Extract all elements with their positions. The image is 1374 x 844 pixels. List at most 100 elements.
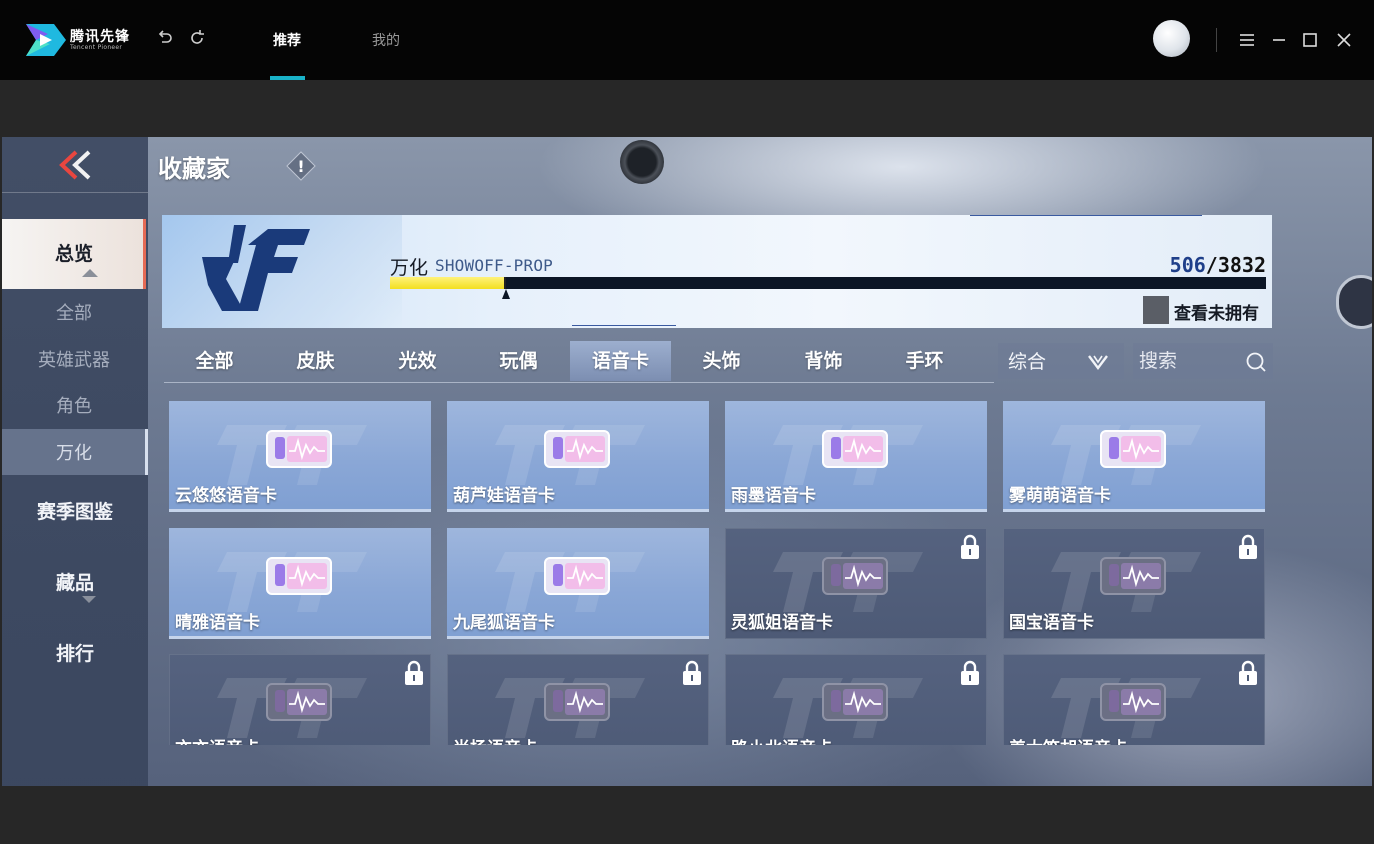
voice-card-name: 葫芦娃语音卡 (453, 486, 555, 506)
voice-card-name: 亦亦语音卡 (175, 734, 260, 745)
menu-icon[interactable] (1235, 28, 1259, 52)
voice-card-name: 晴雅语音卡 (175, 613, 260, 633)
app-name: 腾讯先锋 (70, 29, 130, 45)
voice-card-icon (544, 683, 610, 721)
sidebar-item-overview[interactable]: 总览 (2, 219, 146, 289)
voice-card-icon (544, 557, 610, 595)
tab-dolls[interactable]: 玩偶 (468, 341, 569, 381)
titlebar-divider (1216, 28, 1217, 52)
tab-effects[interactable]: 光效 (367, 341, 468, 381)
chevron-down-icon (1088, 355, 1108, 370)
voice-card-item[interactable]: 云悠悠语音卡 (169, 401, 431, 512)
lock-icon (1239, 660, 1257, 685)
maximize-icon[interactable] (1298, 28, 1322, 52)
voice-card-name: 尚扬语音卡 (453, 734, 538, 745)
close-icon[interactable] (1332, 28, 1356, 52)
voice-card-item[interactable]: 路小北语音卡 (725, 654, 987, 745)
voice-card-name: 路小北语音卡 (731, 734, 833, 745)
lock-icon (683, 660, 701, 685)
voice-card-item[interactable]: 亦亦语音卡 (169, 654, 431, 745)
user-avatar[interactable] (1153, 20, 1190, 57)
sidebar-item-collectibles[interactable]: 藏品 (2, 568, 148, 595)
info-icon-symbol: ! (297, 157, 304, 176)
sidebar-item-all[interactable]: 全部 (2, 299, 146, 325)
back-icon[interactable] (56, 149, 96, 181)
floating-tool-button[interactable] (1336, 275, 1372, 329)
record-button[interactable] (620, 140, 664, 184)
item-grid: 云悠悠语音卡 葫芦娃语音卡 雨墨语音卡 雾萌萌语音卡晴雅语音卡 九尾狐语音卡 灵狐姐语音卡… (162, 399, 1274, 745)
voice-card-item[interactable]: 国宝语音卡 (1003, 528, 1265, 639)
tab-recommend[interactable]: 推荐 (273, 30, 301, 50)
voice-card-icon (1100, 557, 1166, 595)
info-icon[interactable]: ! (286, 151, 316, 181)
collection-sidebar: 总览 全部 英雄武器 角色 万化 赛季图鉴 藏品 排行 (2, 137, 148, 786)
cf-logo-icon (202, 225, 310, 311)
tab-mine[interactable]: 我的 (372, 30, 400, 50)
tab-skins[interactable]: 皮肤 (265, 341, 366, 381)
voice-card-item[interactable]: 葫芦娃语音卡 (447, 401, 709, 512)
tab-backwear[interactable]: 背饰 (773, 341, 874, 381)
view-unowned-label[interactable]: 查看未拥有 (1174, 299, 1259, 324)
voice-card-icon (1100, 430, 1166, 468)
lock-icon (961, 534, 979, 559)
voice-card-item[interactable]: 尚扬语音卡 (447, 654, 709, 745)
voice-card-name: 姜太笛胡语音卡 (1009, 734, 1128, 745)
voice-card-item[interactable]: 灵狐姐语音卡 (725, 528, 987, 639)
voice-card-name: 雨墨语音卡 (731, 486, 816, 506)
lock-icon (405, 660, 423, 685)
tab-voice-cards[interactable]: 语音卡 (570, 341, 671, 381)
total-count: /3832 (1205, 253, 1266, 277)
voice-card-icon (266, 430, 332, 468)
undo-icon[interactable] (154, 29, 176, 51)
app-name-sub: Tencent Pioneer (70, 44, 123, 51)
collection-count: 506/3832 (1170, 253, 1266, 277)
banner-subtitle: SHOWOFF-PROP (435, 256, 553, 275)
voice-card-item[interactable]: 雾萌萌语音卡 (1003, 401, 1265, 512)
search-input[interactable] (1139, 346, 1239, 376)
voice-card-icon (266, 683, 332, 721)
sidebar-item-characters[interactable]: 角色 (2, 392, 146, 418)
voice-card-name: 雾萌萌语音卡 (1009, 486, 1111, 506)
collection-banner: 万化 SHOWOFF-PROP 506/3832 查看未拥有 (162, 215, 1272, 328)
collection-progress-bar (390, 277, 1266, 289)
owned-count: 506 (1169, 253, 1206, 277)
voice-card-icon (822, 557, 888, 595)
banner-category: 万化 (390, 257, 429, 279)
sidebar-item-wanhua[interactable]: 万化 (2, 439, 146, 465)
tab-bracelets[interactable]: 手环 (874, 341, 975, 381)
sidebar-item-season-guide[interactable]: 赛季图鉴 (2, 497, 148, 524)
search-field[interactable] (1133, 343, 1273, 379)
banner-decoration-line (970, 215, 1202, 216)
expand-down-icon (82, 596, 96, 603)
sidebar-item-hero-weapons[interactable]: 英雄武器 (2, 346, 146, 372)
game-viewport: 总览 全部 英雄武器 角色 万化 赛季图鉴 藏品 排行 收藏家 ! 万化 SHO… (2, 137, 1372, 786)
lock-icon (1239, 534, 1257, 559)
tab-all[interactable]: 全部 (164, 341, 265, 381)
voice-card-name: 九尾狐语音卡 (453, 613, 555, 633)
sort-dropdown[interactable]: 综合 (998, 343, 1124, 379)
sidebar-divider (2, 192, 148, 193)
category-tabs: 全部 皮肤 光效 玩偶 语音卡 头饰 背饰 手环 (164, 341, 994, 383)
banner-decoration-line-bottom (572, 325, 676, 326)
voice-card-item[interactable]: 九尾狐语音卡 (447, 528, 709, 639)
sidebar-item-ranking[interactable]: 排行 (2, 639, 148, 666)
collection-progress-fill (390, 277, 506, 289)
sort-dropdown-label: 综合 (1008, 351, 1047, 373)
voice-card-item[interactable]: 雨墨语音卡 (725, 401, 987, 512)
progress-marker-icon (502, 289, 510, 299)
search-icon[interactable] (1245, 351, 1267, 373)
view-unowned-checkbox[interactable] (1143, 296, 1169, 324)
refresh-icon[interactable] (186, 29, 208, 51)
voice-card-name: 国宝语音卡 (1009, 613, 1094, 633)
page-title: 收藏家 (158, 155, 230, 183)
voice-card-name: 云悠悠语音卡 (175, 486, 277, 506)
active-tab-indicator (270, 76, 305, 80)
voice-card-icon (822, 430, 888, 468)
voice-card-icon (822, 683, 888, 721)
expand-up-icon (82, 269, 98, 277)
voice-card-item[interactable]: 晴雅语音卡 (169, 528, 431, 639)
voice-card-icon (1100, 683, 1166, 721)
minimize-icon[interactable] (1267, 28, 1291, 52)
tab-headwear[interactable]: 头饰 (671, 341, 772, 381)
voice-card-item[interactable]: 姜太笛胡语音卡 (1003, 654, 1265, 745)
